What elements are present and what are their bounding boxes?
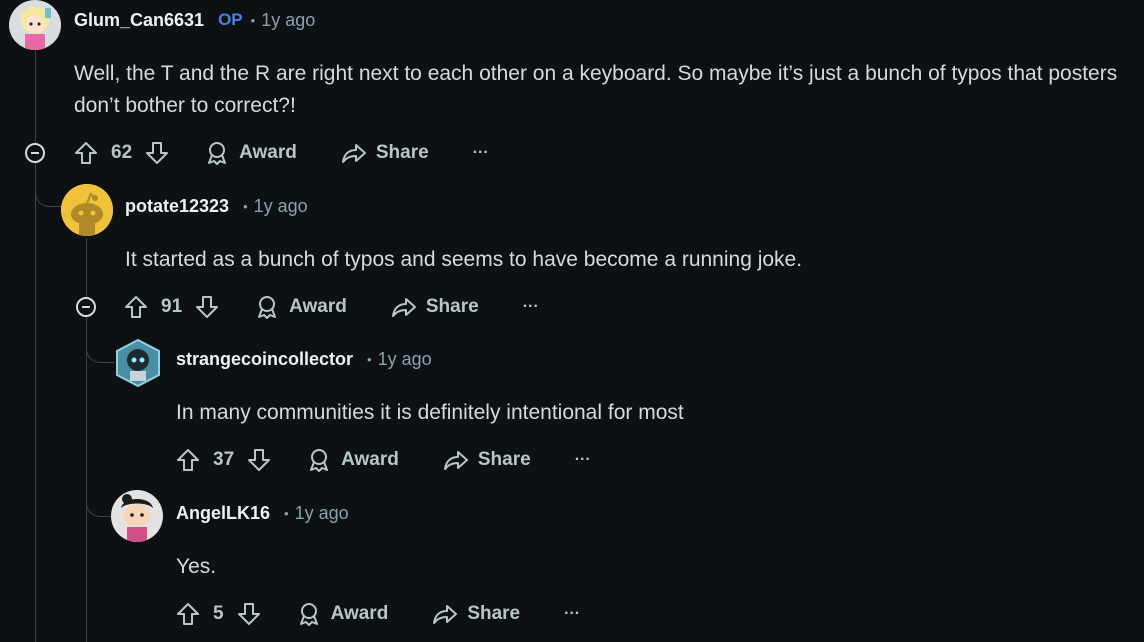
share-button[interactable]: Share — [443, 447, 531, 473]
username[interactable]: strangecoincollector — [176, 349, 353, 370]
vote-count: 91 — [161, 296, 183, 317]
upvote-icon — [125, 296, 147, 318]
vote-count: 62 — [111, 142, 133, 163]
downvote-icon — [237, 603, 260, 625]
username[interactable]: potate12323 — [125, 196, 229, 217]
collapse-thread-button[interactable] — [76, 297, 96, 317]
share-button[interactable]: Share — [341, 140, 429, 166]
thread-connector-reply-2 — [86, 318, 115, 363]
timestamp[interactable]: 1y ago — [261, 10, 315, 31]
avatar[interactable] — [61, 184, 113, 236]
share-button[interactable]: Share — [432, 601, 520, 627]
upvote-button[interactable] — [73, 140, 99, 166]
upvote-icon — [177, 603, 199, 625]
username[interactable]: AngelLK16 — [176, 503, 270, 524]
downvote-button[interactable] — [194, 294, 220, 320]
separator-dot: • — [284, 505, 289, 521]
award-label: Award — [330, 603, 389, 624]
downvote-icon — [248, 449, 271, 471]
comment-body: In many communities it is definitely int… — [176, 401, 684, 424]
robot-hex-avatar-icon — [116, 338, 160, 388]
timestamp[interactable]: 1y ago — [378, 349, 432, 370]
comment-actions: 91 Award Share ··· — [123, 291, 539, 323]
more-options-button[interactable]: ··· — [564, 605, 580, 623]
award-button[interactable]: Award — [306, 447, 399, 473]
downvote-button[interactable] — [144, 140, 170, 166]
vote-count: 37 — [213, 449, 235, 470]
comment-body: It started as a bunch of typos and seems… — [125, 248, 803, 271]
vote-count: 5 — [213, 603, 224, 624]
share-label: Share — [375, 142, 429, 163]
comment-actions: 62 Award Share ··· — [73, 137, 489, 169]
avatar[interactable] — [111, 490, 163, 542]
downvote-icon — [196, 296, 219, 318]
avatar[interactable] — [9, 0, 61, 50]
share-icon — [433, 605, 458, 624]
award-icon — [208, 142, 227, 165]
separator-dot: • — [250, 12, 256, 28]
downvote-button[interactable] — [236, 601, 262, 627]
downvote-icon — [146, 142, 169, 164]
more-options-button[interactable]: ··· — [575, 451, 591, 469]
timestamp[interactable]: 1y ago — [295, 503, 349, 524]
share-icon — [391, 298, 416, 317]
award-label: Award — [239, 142, 297, 163]
more-options-button[interactable]: ··· — [523, 298, 539, 316]
award-icon — [258, 296, 277, 319]
upvote-button[interactable] — [175, 447, 201, 473]
share-label: Share — [425, 296, 479, 317]
comment-meta: Glum_Can6631 OP • 1y ago — [74, 8, 315, 32]
award-label: Award — [341, 449, 399, 470]
award-label: Award — [289, 296, 347, 317]
share-icon — [443, 451, 468, 470]
timestamp[interactable]: 1y ago — [254, 196, 308, 217]
separator-dot: • — [243, 198, 248, 214]
comment-meta: potate12323 • 1y ago — [125, 194, 308, 218]
snoo-avatar-icon — [111, 490, 163, 542]
username[interactable]: Glum_Can6631 — [74, 10, 204, 31]
comment-body: Well, the T and the R are right next to … — [74, 62, 1118, 117]
share-icon — [341, 144, 366, 163]
comment-body: Yes. — [176, 555, 217, 578]
award-button[interactable]: Award — [296, 601, 389, 627]
collapse-thread-button[interactable] — [25, 143, 45, 163]
award-icon — [299, 603, 318, 626]
award-button[interactable]: Award — [204, 140, 297, 166]
anime-girl-avatar-icon — [9, 0, 61, 50]
award-icon — [310, 449, 329, 472]
award-button[interactable]: Award — [254, 294, 347, 320]
comment-actions: 5 Award Share ··· — [175, 598, 580, 630]
comment-meta: strangecoincollector • 1y ago — [176, 347, 432, 371]
op-badge: OP — [218, 10, 243, 29]
more-options-button[interactable]: ··· — [473, 144, 489, 162]
upvote-button[interactable] — [175, 601, 201, 627]
share-label: Share — [477, 449, 531, 470]
thread-line-root — [35, 50, 36, 642]
comment-actions: 37 Award Share ··· — [175, 444, 591, 476]
upvote-button[interactable] — [123, 294, 149, 320]
default-snoo-avatar-icon — [61, 184, 113, 236]
avatar[interactable] — [114, 338, 162, 388]
share-button[interactable]: Share — [391, 294, 479, 320]
thread-connector-reply-1 — [35, 162, 62, 207]
downvote-button[interactable] — [246, 447, 272, 473]
share-label: Share — [467, 603, 521, 624]
upvote-icon — [177, 449, 199, 471]
upvote-icon — [75, 142, 97, 164]
separator-dot: • — [367, 351, 372, 367]
comment-meta: AngelLK16 • 1y ago — [176, 501, 349, 525]
